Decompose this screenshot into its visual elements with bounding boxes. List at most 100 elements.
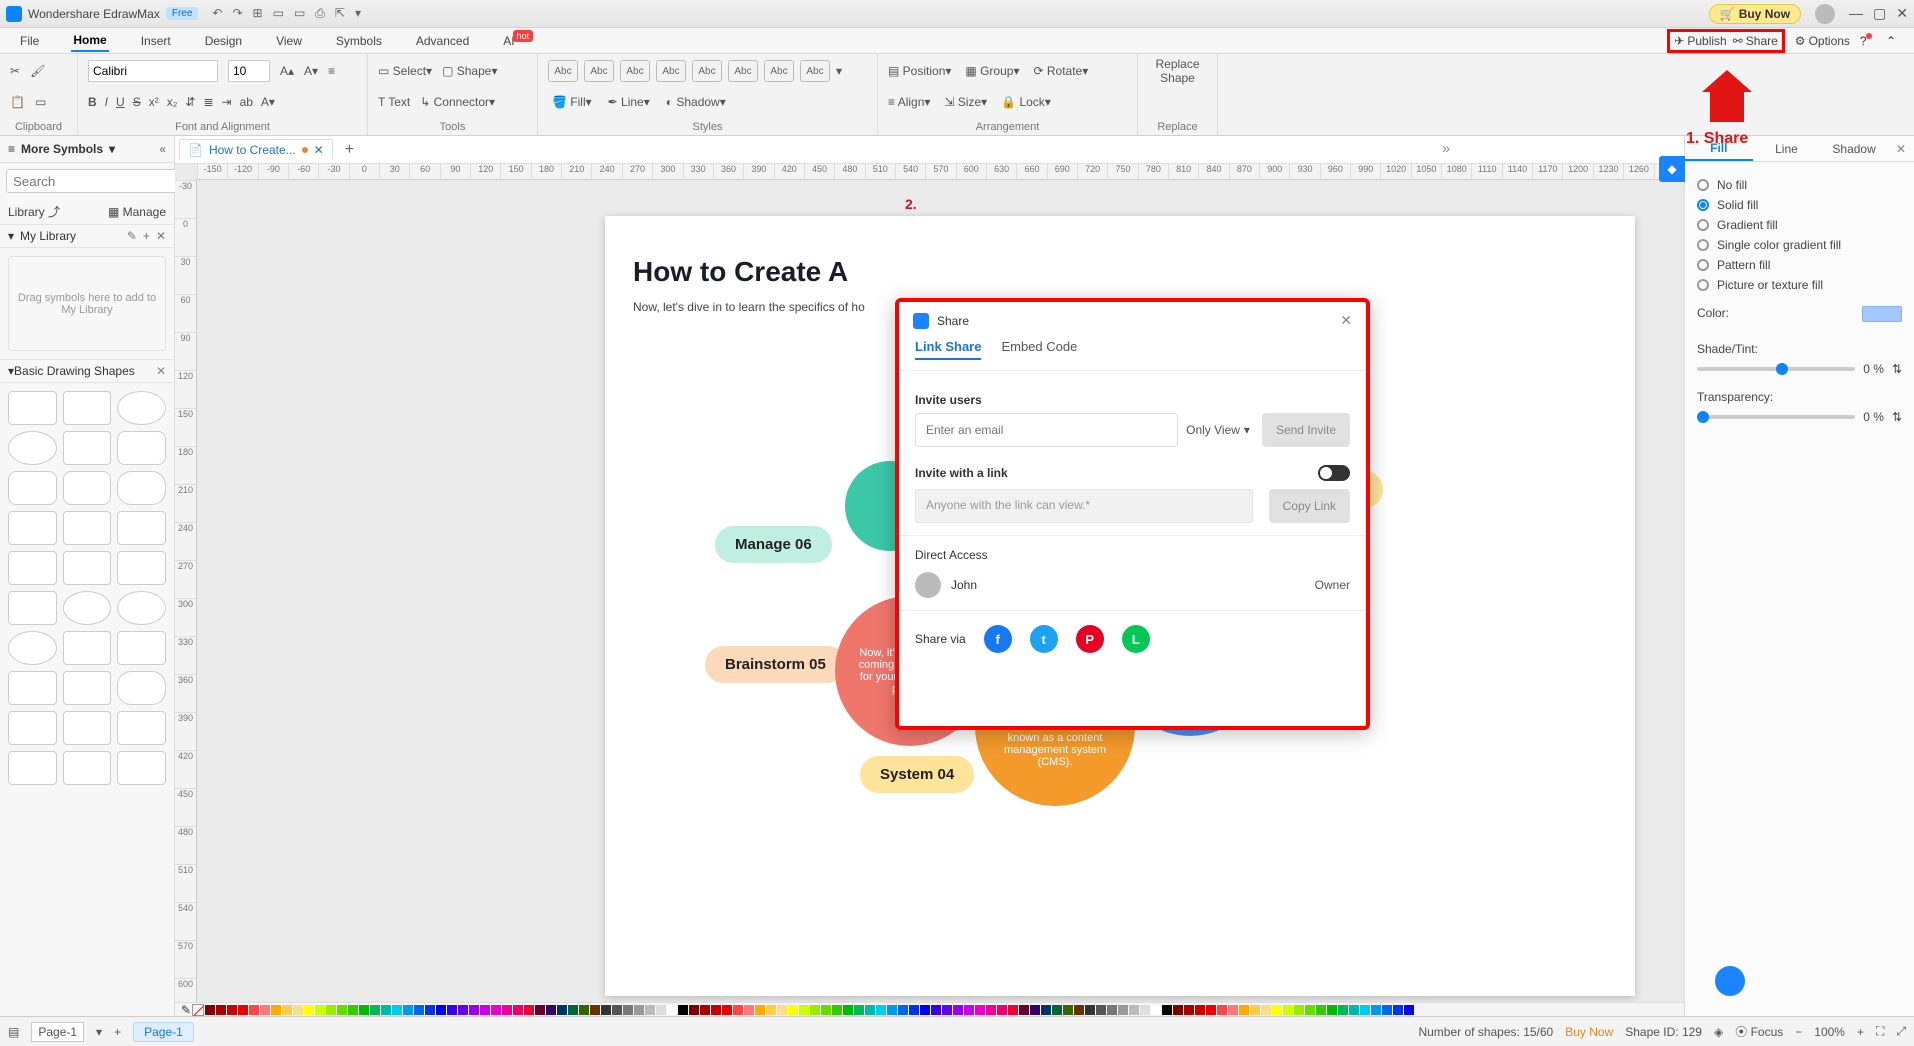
- color-swatch[interactable]: [1074, 1005, 1084, 1015]
- close-icon[interactable]: ✕: [1896, 5, 1908, 22]
- shape-item[interactable]: [8, 551, 57, 585]
- color-swatch[interactable]: [1261, 1005, 1271, 1015]
- color-swatch[interactable]: [953, 1005, 963, 1015]
- buy-link[interactable]: Buy Now: [1565, 1025, 1613, 1039]
- facebook-icon[interactable]: f: [984, 625, 1012, 653]
- font-combo[interactable]: [88, 60, 218, 82]
- collapse-left-icon[interactable]: «: [159, 142, 166, 156]
- color-swatch[interactable]: [920, 1005, 930, 1015]
- color-swatch[interactable]: [623, 1005, 633, 1015]
- color-swatch[interactable]: [986, 1005, 996, 1015]
- share-button[interactable]: ⚯Share: [1733, 34, 1778, 48]
- shape-item[interactable]: [63, 511, 112, 545]
- shape-item[interactable]: [117, 711, 166, 745]
- buy-now-button[interactable]: 🛒Buy Now: [1709, 4, 1801, 24]
- color-swatch[interactable]: [1151, 1005, 1161, 1015]
- position-btn[interactable]: ▤ Position▾: [888, 64, 951, 78]
- radio-nofill[interactable]: No fill: [1697, 178, 1902, 192]
- shape-item[interactable]: [63, 431, 112, 465]
- color-swatch[interactable]: [1283, 1005, 1293, 1015]
- color-swatch[interactable]: [315, 1005, 325, 1015]
- pinterest-icon[interactable]: P: [1076, 625, 1104, 653]
- color-swatch[interactable]: [348, 1005, 358, 1015]
- tab-link-share[interactable]: Link Share: [915, 339, 981, 360]
- node-manage[interactable]: Manage 06: [715, 526, 832, 563]
- email-input[interactable]: [915, 413, 1178, 447]
- color-swatch[interactable]: [1327, 1005, 1337, 1015]
- node-system[interactable]: System 04: [860, 756, 974, 793]
- color-swatch[interactable]: [865, 1005, 875, 1015]
- color-swatch[interactable]: [1862, 306, 1902, 322]
- color-swatch[interactable]: [414, 1005, 424, 1015]
- color-swatch[interactable]: [1096, 1005, 1106, 1015]
- save-icon[interactable]: ▭: [294, 6, 305, 21]
- minimize-icon[interactable]: —: [1849, 5, 1863, 22]
- style-1[interactable]: Abc: [548, 60, 578, 82]
- shadow-btn[interactable]: ◐ Shadow▾: [666, 95, 726, 109]
- color-swatch[interactable]: [975, 1005, 985, 1015]
- color-swatch[interactable]: [854, 1005, 864, 1015]
- color-swatch[interactable]: [469, 1005, 479, 1015]
- export-icon[interactable]: ⇱: [335, 6, 345, 21]
- color-swatch[interactable]: [1041, 1005, 1051, 1015]
- color-swatch[interactable]: [249, 1005, 259, 1015]
- shape-item[interactable]: [8, 591, 57, 625]
- focus-button[interactable]: ⦿ Focus: [1735, 1023, 1783, 1040]
- more-symbols[interactable]: ≡ More Symbols▾«: [0, 136, 174, 163]
- redo-icon[interactable]: ↷: [232, 6, 242, 21]
- shape-item[interactable]: [117, 551, 166, 585]
- shape-item[interactable]: [8, 471, 57, 505]
- no-color[interactable]: [192, 1004, 204, 1016]
- zoom-in-icon[interactable]: +: [1857, 1025, 1864, 1039]
- color-swatch[interactable]: [645, 1005, 655, 1015]
- color-swatch[interactable]: [293, 1005, 303, 1015]
- color-swatch[interactable]: [678, 1005, 688, 1015]
- manage-link[interactable]: ▦ Manage: [108, 205, 166, 219]
- lock-btn[interactable]: 🔒 Lock▾: [1001, 95, 1051, 109]
- symbol-search-input[interactable]: [6, 169, 197, 193]
- add-page-icon[interactable]: +: [114, 1025, 121, 1039]
- color-swatch[interactable]: [777, 1005, 787, 1015]
- color-swatch[interactable]: [458, 1005, 468, 1015]
- color-swatch[interactable]: [1239, 1005, 1249, 1015]
- send-invite-button[interactable]: Send Invite: [1262, 413, 1350, 447]
- shape-item[interactable]: [63, 751, 112, 785]
- align-icon[interactable]: ≡: [328, 64, 335, 78]
- rotate-btn[interactable]: ⟳ Rotate▾: [1033, 64, 1088, 78]
- color-swatch[interactable]: [667, 1005, 677, 1015]
- trans-slider[interactable]: [1697, 415, 1855, 419]
- text-tool[interactable]: T Text: [378, 95, 410, 109]
- color-swatch[interactable]: [337, 1005, 347, 1015]
- menu-ai[interactable]: AIhot: [501, 31, 537, 51]
- help-icon[interactable]: ?: [1860, 34, 1876, 48]
- color-swatch[interactable]: [1063, 1005, 1073, 1015]
- font-color-icon[interactable]: A▾: [261, 95, 275, 109]
- color-swatch[interactable]: [821, 1005, 831, 1015]
- color-swatch[interactable]: [238, 1005, 248, 1015]
- close-panel-icon[interactable]: ✕: [1888, 142, 1914, 156]
- select-tool[interactable]: ▭ Select▾: [378, 64, 432, 78]
- color-swatch[interactable]: [1206, 1005, 1216, 1015]
- shade-slider[interactable]: [1697, 367, 1855, 371]
- page-dropdown-icon[interactable]: ▾: [96, 1025, 102, 1039]
- library-link[interactable]: Library ⤴: [8, 203, 60, 220]
- page-tab[interactable]: Page-1: [133, 1022, 194, 1042]
- stepper-icon[interactable]: ⇅: [1892, 362, 1902, 376]
- color-swatch[interactable]: [1294, 1005, 1304, 1015]
- shape-item[interactable]: [117, 511, 166, 545]
- shape-item[interactable]: [117, 391, 166, 425]
- shape-item[interactable]: [63, 391, 112, 425]
- bold-icon[interactable]: B: [88, 95, 97, 109]
- shape-item[interactable]: [63, 671, 112, 705]
- indent-icon[interactable]: ⇥: [222, 95, 232, 109]
- publish-button[interactable]: ✈Publish: [1674, 34, 1726, 48]
- node-brainstorm[interactable]: Brainstorm 05: [705, 646, 846, 683]
- link-toggle[interactable]: [1318, 465, 1350, 481]
- color-swatch[interactable]: [942, 1005, 952, 1015]
- shrink-font-icon[interactable]: A▾: [304, 64, 318, 78]
- color-swatch[interactable]: [1030, 1005, 1040, 1015]
- format-tab-icon[interactable]: ◆: [1659, 156, 1685, 182]
- color-swatch[interactable]: [1360, 1005, 1370, 1015]
- color-swatch[interactable]: [304, 1005, 314, 1015]
- color-swatch[interactable]: [282, 1005, 292, 1015]
